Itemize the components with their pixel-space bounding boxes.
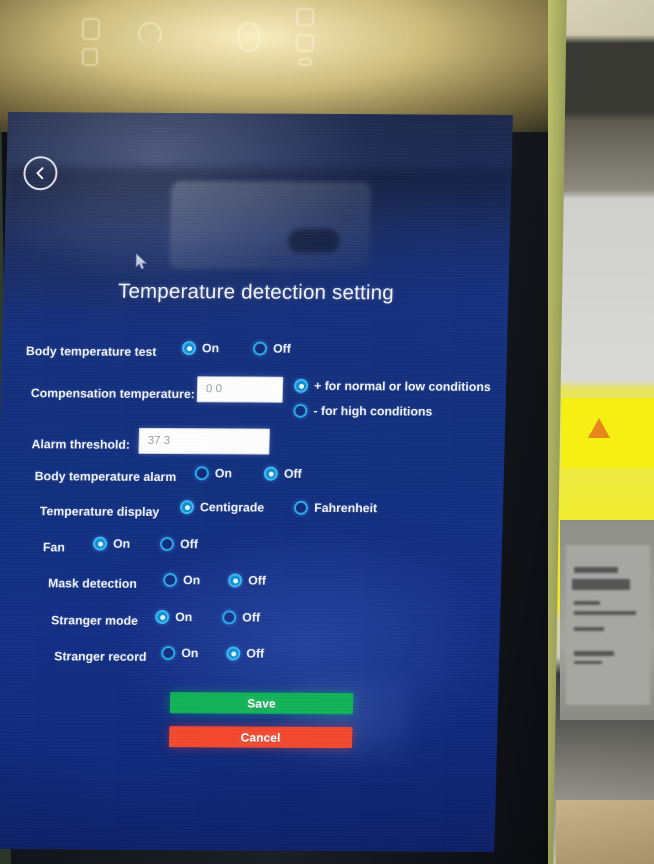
row-temperature-display: Temperature display — [40, 504, 160, 519]
photo-of-kiosk-screen: Temperature detection setting Body tempe… — [0, 0, 654, 864]
radio-on-icon[interactable] — [263, 466, 279, 481]
alarm-threshold-label: Alarm threshold: — [31, 437, 131, 452]
stranger-mode-options: On Off — [155, 609, 261, 625]
stranger-mode-label: Stranger mode — [50, 613, 139, 628]
save-button[interactable]: Save — [169, 692, 354, 715]
stranger-mode-off[interactable]: Off — [222, 610, 261, 625]
compensation-sign-positive[interactable]: + for normal or low conditions — [293, 378, 491, 394]
radio-on-icon[interactable] — [228, 573, 243, 588]
body-temperature-alarm-options: On Off — [194, 466, 302, 481]
row-stranger-mode: Stranger mode — [51, 613, 138, 628]
radio-on-icon[interactable] — [179, 500, 195, 515]
radio-on-icon[interactable] — [181, 341, 197, 356]
row-compensation-temperature: Compensation temperature: — [31, 386, 195, 401]
stranger-record-off-label: Off — [246, 646, 265, 661]
radio-on-icon[interactable] — [226, 646, 241, 661]
mask-detection-on[interactable]: On — [162, 573, 201, 588]
body-temperature-alarm-label: Body temperature alarm — [34, 469, 177, 485]
alarm-threshold-input[interactable]: 37 3 — [138, 427, 270, 455]
mask-detection-off[interactable]: Off — [228, 573, 267, 588]
screen-reflection-object — [169, 181, 372, 271]
temperature-display-centigrade[interactable]: Centigrade — [179, 500, 265, 515]
fan-on-label: On — [112, 536, 131, 551]
stranger-mode-on[interactable]: On — [155, 609, 193, 625]
screen-glare — [281, 673, 414, 765]
screen-reflection-object-lens — [287, 228, 341, 254]
radio-on-icon[interactable] — [155, 609, 170, 625]
compensation-sign-negative[interactable]: - for high conditions — [293, 403, 433, 419]
body-temperature-test-options: On Off — [181, 341, 292, 356]
stranger-mode-off-label: Off — [242, 610, 261, 625]
radio-off-icon[interactable] — [222, 610, 237, 625]
radio-off-icon[interactable] — [294, 500, 309, 515]
body-temperature-test-off-label: Off — [272, 341, 292, 356]
body-temperature-test-on-label: On — [201, 341, 220, 356]
stranger-record-on-label: On — [181, 646, 199, 661]
background-yellow-sign — [562, 398, 654, 468]
temperature-display-fahrenheit-label: Fahrenheit — [314, 500, 378, 516]
page-title: Temperature detection setting — [117, 279, 395, 305]
radio-off-icon[interactable] — [162, 573, 178, 588]
body-temperature-test-off[interactable]: Off — [252, 341, 292, 356]
fan-off[interactable]: Off — [159, 536, 199, 552]
temperature-display-label: Temperature display — [39, 504, 160, 519]
cancel-button[interactable]: Cancel — [168, 726, 353, 749]
radio-off-icon[interactable] — [252, 341, 268, 356]
compensation-temperature-label: Compensation temperature: — [30, 386, 196, 402]
radio-on-icon[interactable] — [92, 536, 108, 551]
row-body-temperature-alarm: Body temperature alarm — [35, 469, 177, 484]
body-temperature-alarm-on-label: On — [214, 466, 233, 481]
mask-detection-on-label: On — [182, 573, 201, 588]
stranger-record-label: Stranger record — [54, 649, 147, 664]
row-stranger-record: Stranger record — [54, 649, 147, 664]
radio-off-icon[interactable] — [161, 646, 176, 661]
stranger-record-off[interactable]: Off — [226, 646, 265, 661]
radio-off-icon[interactable] — [194, 466, 210, 481]
row-alarm-threshold: Alarm threshold: — [31, 437, 130, 452]
row-mask-detection: Mask detection — [48, 576, 137, 591]
temperature-display-fahrenheit[interactable]: Fahrenheit — [294, 500, 378, 516]
background-counter — [556, 800, 654, 864]
radio-off-icon[interactable] — [159, 536, 175, 552]
temperature-display-centigrade-label: Centigrade — [199, 500, 265, 515]
radio-on-icon[interactable] — [293, 378, 309, 393]
radio-off-icon[interactable] — [293, 403, 308, 418]
body-temperature-alarm-on[interactable]: On — [194, 466, 233, 481]
row-fan: Fan — [43, 540, 65, 554]
fan-on[interactable]: On — [92, 536, 131, 551]
stranger-record-options: On Off — [161, 646, 264, 661]
kiosk-screen: Temperature detection setting Body tempe… — [0, 112, 513, 853]
body-temperature-alarm-off[interactable]: Off — [263, 466, 302, 481]
body-temperature-test-label: Body temperature test — [25, 344, 157, 359]
body-temperature-alarm-off-label: Off — [283, 466, 302, 481]
stranger-record-on[interactable]: On — [161, 646, 199, 661]
background-poster — [566, 545, 650, 705]
fan-off-label: Off — [179, 537, 199, 552]
chevron-left-icon — [33, 166, 47, 180]
mask-detection-options: On Off — [162, 573, 267, 588]
fan-label: Fan — [42, 540, 66, 555]
body-temperature-test-on[interactable]: On — [181, 341, 220, 356]
mask-detection-off-label: Off — [248, 573, 267, 588]
mask-detection-label: Mask detection — [47, 576, 138, 591]
compensation-sign-positive-label: + for normal or low conditions — [313, 378, 491, 394]
mouse-cursor-icon — [135, 252, 148, 271]
fan-options: On Off — [92, 536, 199, 552]
stranger-mode-on-label: On — [175, 610, 193, 625]
row-body-temperature-test: Body temperature test — [26, 344, 157, 359]
temperature-display-options: Centigrade Fahrenheit — [179, 500, 378, 516]
compensation-temperature-input[interactable]: 0 0 — [196, 376, 284, 403]
compensation-sign-negative-label: - for high conditions — [313, 403, 433, 419]
